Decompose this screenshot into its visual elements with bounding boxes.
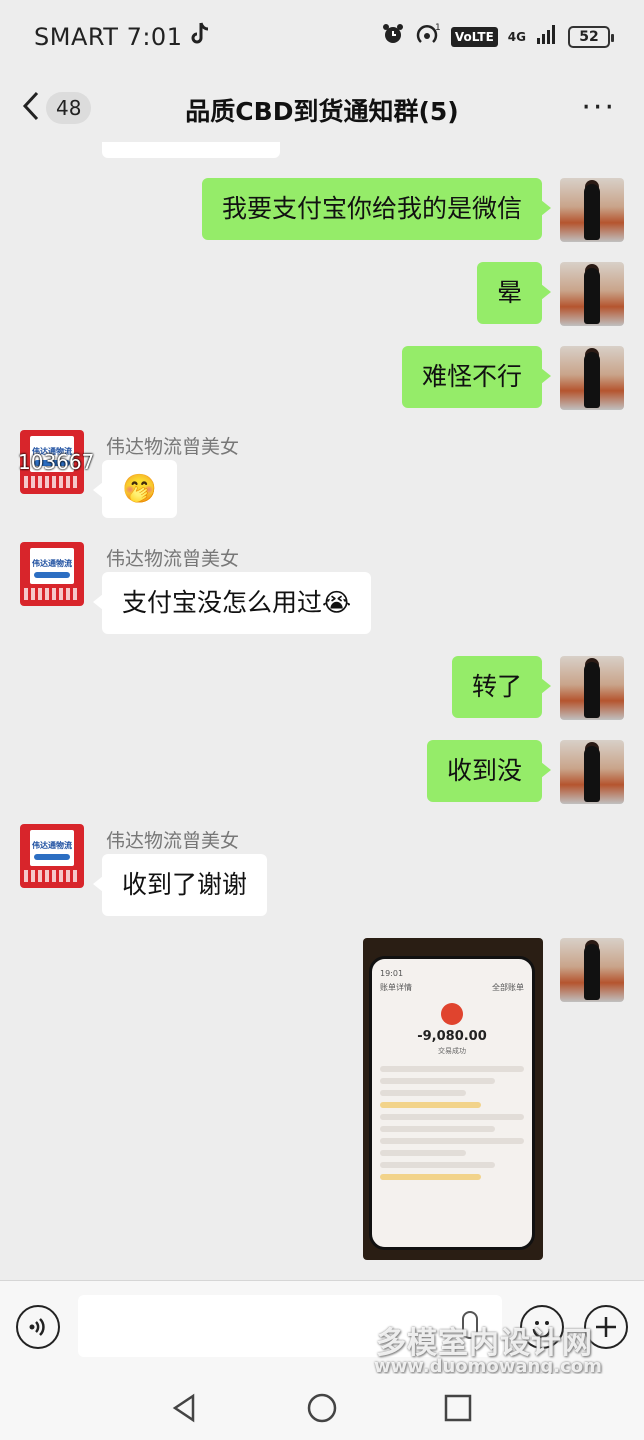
merchant-icon bbox=[441, 1003, 463, 1025]
system-back-button[interactable] bbox=[164, 1388, 204, 1428]
sender-avatar[interactable]: 伟达通物流 bbox=[20, 824, 84, 888]
chat-title: 品质CBD到货通知群(5) bbox=[185, 97, 459, 126]
bill-detail-label: 账单详情 bbox=[380, 983, 412, 992]
volte-badge: VoLTE bbox=[450, 26, 498, 47]
my-avatar[interactable] bbox=[560, 178, 624, 242]
status-bar: SMART 7:01 1 VoLTE 4G 52 bbox=[0, 0, 644, 76]
voice-toggle-button[interactable] bbox=[16, 1305, 60, 1349]
sender-avatar[interactable]: 伟达通物流 bbox=[20, 542, 84, 606]
phone-time: 19:01 bbox=[380, 969, 404, 978]
status-right: 1 VoLTE 4G 52 bbox=[381, 22, 614, 51]
message-bubble-other[interactable]: 支付宝没怎么用过😭 bbox=[92, 572, 372, 634]
triangle-back-icon bbox=[172, 1393, 195, 1423]
unread-count-badge: 48 bbox=[46, 92, 92, 124]
chevron-left-icon bbox=[22, 91, 40, 125]
voice-icon bbox=[29, 1318, 45, 1336]
all-bills-label: 全部账单 bbox=[492, 983, 524, 992]
message-bubble-me[interactable]: 难怪不行 bbox=[401, 346, 552, 408]
payment-status: 交易成功 bbox=[438, 1047, 466, 1055]
sender-name: 伟达物流曾美女 bbox=[106, 830, 240, 852]
message-bubble-me[interactable]: 我要支付宝你给我的是微信 bbox=[201, 178, 552, 240]
circle-home-icon bbox=[307, 1393, 337, 1423]
phone-screen: 19:01 账单详情 全部账单 -9,080.00 交易成功 bbox=[369, 956, 535, 1250]
my-avatar[interactable] bbox=[560, 938, 624, 1002]
tiktok-icon bbox=[190, 22, 210, 52]
status-left: SMART 7:01 bbox=[34, 22, 210, 52]
battery-icon: 52 bbox=[568, 25, 614, 48]
more-options-button[interactable]: ··· bbox=[581, 90, 616, 125]
message-bubble-me[interactable]: 转了 bbox=[451, 656, 552, 718]
payment-amount: -9,080.00 bbox=[417, 1029, 487, 1044]
system-home-button[interactable] bbox=[302, 1388, 342, 1428]
plus-icon bbox=[596, 1317, 616, 1337]
square-recents-icon bbox=[444, 1394, 472, 1422]
my-avatar[interactable] bbox=[560, 346, 624, 410]
partial-message-bubble bbox=[102, 142, 280, 158]
hotspot-icon: 1 bbox=[415, 22, 441, 51]
system-navigation-bar bbox=[0, 1374, 644, 1440]
chat-header: 48 品质CBD到货通知群(5) ··· bbox=[0, 76, 644, 142]
carrier-time: SMART 7:01 bbox=[34, 23, 183, 51]
my-avatar[interactable] bbox=[560, 740, 624, 804]
signal-icon bbox=[536, 23, 558, 50]
my-avatar[interactable] bbox=[560, 262, 624, 326]
message-bubble-other[interactable]: 🤭 bbox=[93, 460, 177, 518]
sender-name: 伟达物流曾美女 bbox=[106, 436, 240, 458]
my-avatar[interactable] bbox=[560, 656, 624, 720]
payment-screenshot-image[interactable]: 19:01 账单详情 全部账单 -9,080.00 交易成功 bbox=[363, 938, 543, 1260]
chat-message-list[interactable]: 我要支付宝你给我的是微信 晕 难怪不行 伟达通物流 103667 伟达物流曾美女… bbox=[0, 142, 644, 1280]
alarm-icon bbox=[381, 22, 405, 51]
message-bubble-me[interactable]: 晕 bbox=[476, 262, 552, 324]
message-bubble-other[interactable]: 收到了谢谢 bbox=[92, 854, 268, 916]
avatar-id-overlay: 103667 bbox=[18, 450, 95, 474]
sender-name: 伟达物流曾美女 bbox=[106, 548, 240, 570]
back-button[interactable]: 48 bbox=[22, 88, 98, 128]
message-bubble-me[interactable]: 收到没 bbox=[426, 740, 552, 802]
system-recents-button[interactable] bbox=[438, 1388, 478, 1428]
network-type: 4G bbox=[507, 29, 526, 44]
svg-text:1: 1 bbox=[435, 23, 441, 33]
